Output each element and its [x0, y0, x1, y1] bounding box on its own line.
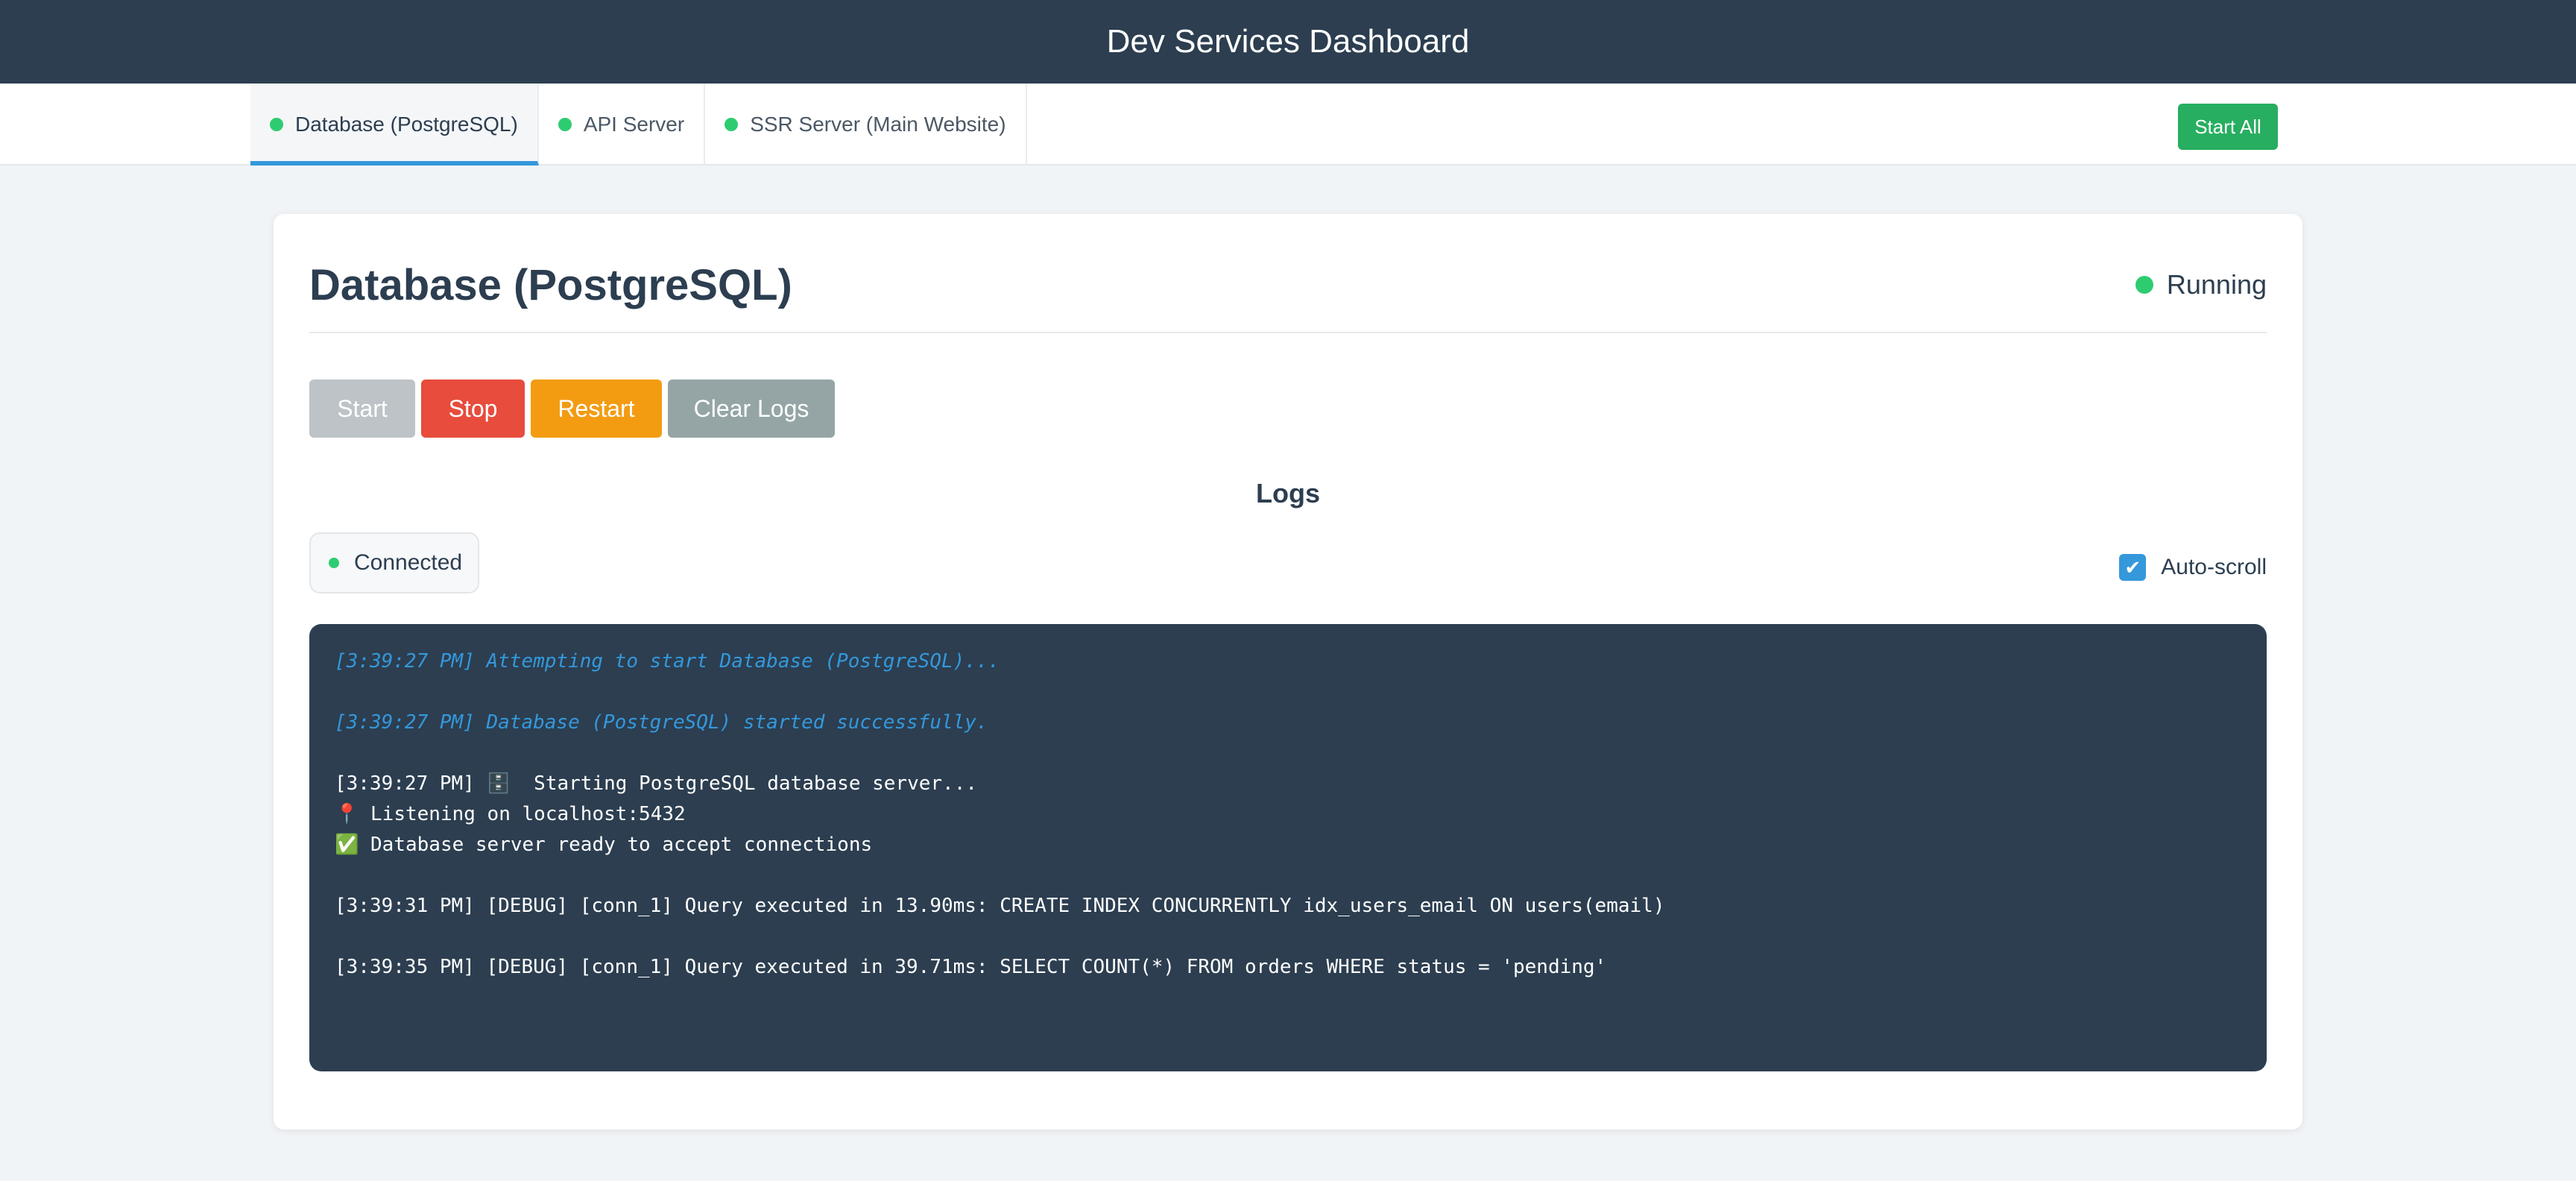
- service-tab-bar: Database (PostgreSQL) API Server SSR Ser…: [0, 84, 2576, 166]
- clear-logs-button[interactable]: Clear Logs: [668, 380, 835, 438]
- checkmark-icon: ✔: [2124, 555, 2141, 579]
- connection-status-label: Connected: [354, 550, 463, 575]
- status-dot-icon: [2135, 276, 2153, 294]
- tab-label: Database (PostgreSQL): [295, 113, 518, 136]
- log-line: [3:39:27 PM] Attempting to start Databas…: [335, 650, 1000, 673]
- service-status: Running: [2135, 269, 2267, 300]
- tab-label: API Server: [583, 113, 685, 136]
- service-tabs: Database (PostgreSQL) API Server SSR Ser…: [250, 84, 1027, 166]
- status-dot-icon: [270, 118, 283, 131]
- log-line: [3:39:35 PM] [DEBUG] [conn_1] Query exec…: [335, 956, 1607, 978]
- autoscroll-checkbox[interactable]: ✔: [2119, 554, 2147, 581]
- autoscroll-toggle[interactable]: ✔ Auto-scroll: [2119, 554, 2267, 581]
- tab-ssr-server[interactable]: SSR Server (Main Website): [705, 84, 1027, 166]
- tab-label: SSR Server (Main Website): [750, 113, 1006, 136]
- log-line: ✅ Database server ready to accept connec…: [335, 834, 873, 856]
- autoscroll-label: Auto-scroll: [2161, 555, 2267, 579]
- top-header: Dev Services Dashboard: [0, 0, 2576, 84]
- log-line: [3:39:27 PM] Database (PostgreSQL) start…: [335, 711, 988, 734]
- stop-button[interactable]: Stop: [421, 380, 525, 438]
- service-panel: Database (PostgreSQL) Running Start Stop…: [274, 214, 2302, 1130]
- status-dot-icon: [724, 118, 739, 131]
- log-console[interactable]: [3:39:27 PM] Attempting to start Databas…: [309, 624, 2267, 1071]
- status-label: Running: [2166, 269, 2267, 300]
- service-header: Database (PostgreSQL) Running: [309, 260, 2267, 333]
- start-all-button[interactable]: Start All: [2178, 104, 2278, 150]
- restart-button[interactable]: Restart: [531, 380, 662, 438]
- start-button[interactable]: Start: [309, 380, 415, 438]
- connection-dot-icon: [329, 558, 339, 568]
- log-line: [3:39:31 PM] [DEBUG] [conn_1] Query exec…: [335, 895, 1665, 917]
- service-title: Database (PostgreSQL): [309, 261, 792, 309]
- log-line: [3:39:27 PM] 🗄️ Starting PostgreSQL data…: [335, 772, 977, 795]
- tab-api-server[interactable]: API Server: [539, 84, 706, 166]
- status-dot-icon: [558, 118, 572, 131]
- logs-heading: Logs: [1256, 478, 1320, 508]
- log-line: 📍 Listening on localhost:5432: [335, 803, 686, 825]
- tab-database-postgresql[interactable]: Database (PostgreSQL): [250, 84, 539, 166]
- connection-status-badge: Connected: [309, 532, 479, 593]
- service-actions: Start Stop Restart Clear Logs: [309, 380, 835, 438]
- app-title: Dev Services Dashboard: [1106, 23, 1470, 60]
